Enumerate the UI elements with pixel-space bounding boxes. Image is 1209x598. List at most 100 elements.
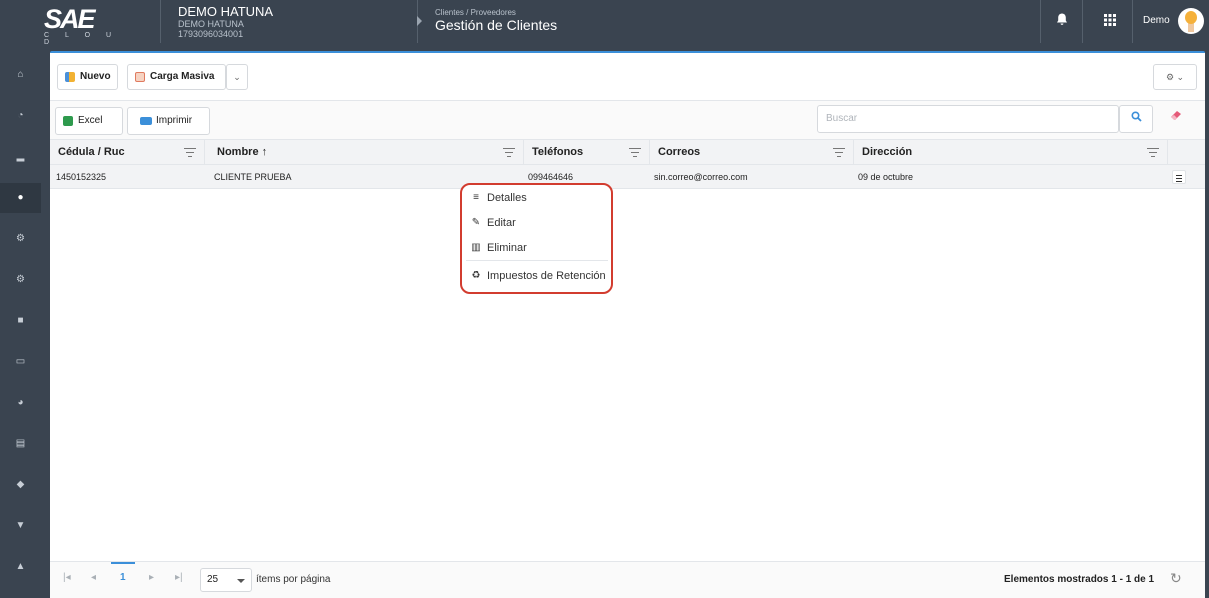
current-page-indicator [111, 562, 135, 564]
divider [160, 0, 161, 43]
new-file-icon [65, 72, 75, 82]
gear-icon: ⚙ ⌄ [1165, 72, 1185, 82]
filter-icon[interactable] [184, 148, 196, 157]
bell-icon[interactable] [1052, 12, 1072, 32]
user-name[interactable]: Demo [1143, 15, 1170, 26]
search-button[interactable] [1119, 105, 1153, 133]
column-label: Dirección [862, 146, 913, 158]
company-name: DEMO HATUNA [178, 4, 274, 19]
sidebar-item-settings[interactable]: ⚙ [0, 224, 41, 254]
column-header-emails[interactable]: Correos [650, 140, 854, 165]
cart-icon: ▼ [15, 520, 26, 531]
row-context-menu: ≡ Detalles ✎ Editar ▥ Eliminar ♻ Impuest… [460, 183, 613, 294]
filter-icon[interactable] [503, 148, 515, 157]
avatar-neck [1188, 23, 1194, 32]
first-page-icon[interactable]: |◂ [63, 572, 71, 583]
users-icon: ● [17, 192, 24, 203]
menu-item-edit[interactable]: ✎ Editar [466, 211, 608, 235]
sidebar-item-logistics[interactable]: ■ [0, 306, 41, 336]
column-header-name[interactable]: Nombre ↑ [209, 140, 524, 165]
grid-icon[interactable] [1100, 12, 1120, 32]
search-input[interactable]: Buscar [817, 105, 1119, 133]
sae-logo[interactable]: SAE C L O U D [40, 4, 120, 46]
items-shown-text: Elementos mostrados 1 - 1 de 1 [1004, 574, 1155, 585]
row-actions-menu-icon[interactable] [1172, 170, 1186, 184]
new-button-label: Nuevo [80, 71, 111, 82]
sidebar: ⌂ ◔ ▂ ● ⚙ ⚙ ■ ▭ ◕ ▤ ◆ ▼ ▲ [0, 43, 41, 598]
bulk-load-dropdown[interactable]: ⌄ [226, 64, 248, 90]
menu-item-delete[interactable]: ▥ Eliminar [466, 236, 608, 260]
table-header: Cédula / Ruc Nombre ↑ Teléfonos Correos … [50, 140, 1205, 165]
breadcrumb: Clientes / Proveedores Gestión de Client… [435, 8, 557, 33]
dashboard-icon: ◔ [17, 110, 24, 121]
sidebar-item-analytics[interactable]: ◕ [0, 388, 41, 418]
card-icon: ▭ [15, 356, 26, 367]
top-header: SAE C L O U D DEMO HATUNA DEMO HATUNA 17… [0, 0, 1209, 46]
sidebar-item-clients[interactable]: ● [0, 183, 41, 213]
bulk-load-button[interactable]: Carga Masiva [127, 64, 226, 90]
sidebar-item-sales[interactable]: ▼ [0, 511, 41, 541]
menu-item-withholding-taxes[interactable]: ♻ Impuestos de Retención [466, 264, 608, 288]
sidebar-item-payments[interactable]: ▭ [0, 347, 41, 377]
cell-address: 09 de octubre [858, 172, 914, 182]
refresh-icon[interactable]: ↻ [1170, 570, 1182, 587]
pager: |◂ ◂ 1 ▸ ▸| 25 ítems por página Elemento… [50, 561, 1205, 598]
filter-icon[interactable] [1147, 148, 1159, 157]
next-page-icon[interactable]: ▸ [149, 572, 154, 583]
page-title: Gestión de Clientes [435, 17, 558, 33]
settings-dropdown[interactable]: ⚙ ⌄ [1153, 64, 1197, 90]
print-icon [140, 117, 152, 125]
breadcrumb-parent: Clientes / Proveedores [435, 8, 516, 17]
sidebar-item-home[interactable]: ⌂ [0, 60, 41, 90]
print-button-label: Imprimir [156, 115, 193, 126]
company-subname: DEMO HATUNA [178, 19, 244, 29]
export-toolbar: Excel Imprimir Buscar [50, 101, 1205, 140]
menu-item-details[interactable]: ≡ Detalles [466, 186, 608, 210]
sidebar-item-security[interactable]: ◆ [0, 470, 41, 500]
clear-search-button[interactable] [1159, 105, 1193, 133]
sidebar-item-bank[interactable]: ▲ [0, 552, 41, 582]
cell-ruc: 1450152325 [56, 172, 107, 182]
sidebar-item-reports[interactable]: ▂ [0, 142, 41, 172]
chart-icon: ▂ [16, 151, 25, 162]
column-header-address[interactable]: Dirección [854, 140, 1168, 165]
gears-icon: ⚙ [16, 233, 25, 244]
last-page-icon[interactable]: ▸| [175, 572, 183, 583]
list-icon: ▤ [15, 438, 26, 449]
action-toolbar: Nuevo Carga Masiva ⌄ ⚙ ⌄ [50, 53, 1205, 101]
company-selector[interactable]: DEMO HATUNA DEMO HATUNA 1793096034001 [178, 4, 273, 39]
filter-icon[interactable] [629, 148, 641, 157]
avatar-head [1185, 11, 1197, 24]
breadcrumb-arrow-icon [417, 16, 422, 26]
excel-icon [63, 116, 73, 126]
prev-page-icon[interactable]: ◂ [91, 572, 96, 583]
new-button[interactable]: Nuevo [57, 64, 118, 90]
avatar[interactable] [1178, 8, 1204, 34]
column-header-phones[interactable]: Teléfonos [524, 140, 650, 165]
page-size-value: 25 [207, 574, 219, 585]
column-header-ruc[interactable]: Cédula / Ruc [50, 140, 205, 165]
column-label: Correos [658, 146, 701, 158]
home-icon: ⌂ [17, 69, 24, 80]
filter-icon[interactable] [833, 148, 845, 157]
name-filter[interactable] [492, 140, 524, 165]
table-row[interactable]: 1450152325 CLIENTE PRUEBA 099464646 sin.… [50, 165, 1205, 189]
main-panel: Nuevo Carga Masiva ⌄ ⚙ ⌄ Excel Imprimir … [50, 51, 1205, 598]
print-button[interactable]: Imprimir [127, 107, 210, 135]
cell-name: CLIENTE PRUEBA [214, 172, 292, 182]
page-size-select[interactable]: 25 [200, 568, 252, 592]
menu-item-label: Editar [487, 217, 516, 229]
excel-button[interactable]: Excel [55, 107, 123, 135]
sidebar-item-lists[interactable]: ▤ [0, 429, 41, 459]
search-icon [1130, 111, 1142, 122]
eraser-icon [1171, 111, 1181, 120]
chevron-down-icon [237, 579, 245, 583]
divider [1132, 0, 1133, 43]
divider [1040, 0, 1041, 43]
page-size-label: ítems por página [256, 574, 331, 585]
menu-item-label: Detalles [487, 192, 527, 204]
sidebar-item-config[interactable]: ⚙ [0, 265, 41, 295]
page-number[interactable]: 1 [120, 572, 126, 583]
sidebar-item-dashboard[interactable]: ◔ [0, 101, 41, 131]
logo-subtext: C L O U D [44, 32, 119, 46]
